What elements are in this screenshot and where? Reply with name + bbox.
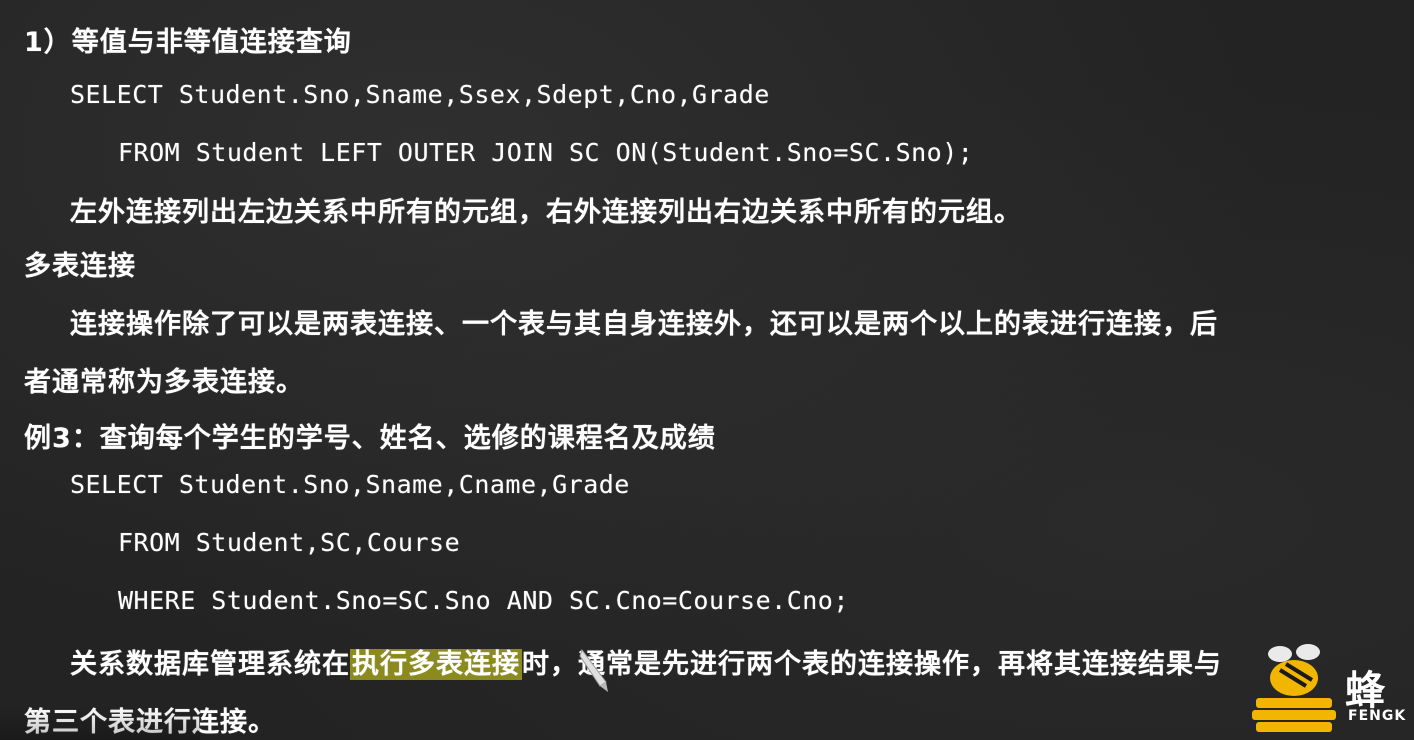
example-3-heading: 例3：查询每个学生的学号、姓名、选修的课程名及成绩 — [24, 423, 716, 454]
sql-select-line-2: SELECT Student.Sno,Sname,Cname,Grade — [70, 470, 630, 499]
sql-from-line-1: FROM Student LEFT OUTER JOIN SC ON(Stude… — [118, 138, 974, 167]
section-heading-join-query: 1）等值与非等值连接查询 — [24, 27, 352, 58]
multi-table-paragraph-line-2: 者通常称为多表连接。 — [24, 367, 304, 398]
paragraph-text-after: 时，通常是先进行两个表的连接操作，再将其连接结果与 — [522, 649, 1222, 680]
player-controls-ghost — [0, 706, 200, 740]
logo-brand-text: FENGK — [1348, 708, 1407, 724]
pen-cursor-icon — [579, 648, 608, 692]
chalkboard-slide: 1）等值与非等值连接查询 SELECT Student.Sno,Sname,Ss… — [0, 0, 1414, 740]
outer-join-explanation: 左外连接列出左边关系中所有的元组，右外连接列出右边关系中所有的元组。 — [70, 197, 1022, 228]
sql-select-line-1: SELECT Student.Sno,Sname,Ssex,Sdept,Cno,… — [70, 80, 770, 109]
sql-where-line: WHERE Student.Sno=SC.Sno AND SC.Cno=Cour… — [118, 586, 849, 615]
multi-table-paragraph-line-1: 连接操作除了可以是两表连接、一个表与其自身连接外，还可以是两个以上的表进行连接，… — [70, 309, 1218, 340]
section-heading-multi-table: 多表连接 — [24, 251, 136, 282]
highlighted-phrase: 执行多表连接 — [350, 649, 522, 680]
sql-from-line-2: FROM Student,SC,Course — [118, 528, 461, 557]
paragraph-text-before: 关系数据库管理系统在 — [70, 649, 350, 680]
dbms-execution-paragraph: 关系数据库管理系统在执行多表连接时，通常是先进行两个表的连接操作，再将其连接结果… — [70, 642, 1222, 681]
bee-logo-icon — [1252, 644, 1336, 732]
